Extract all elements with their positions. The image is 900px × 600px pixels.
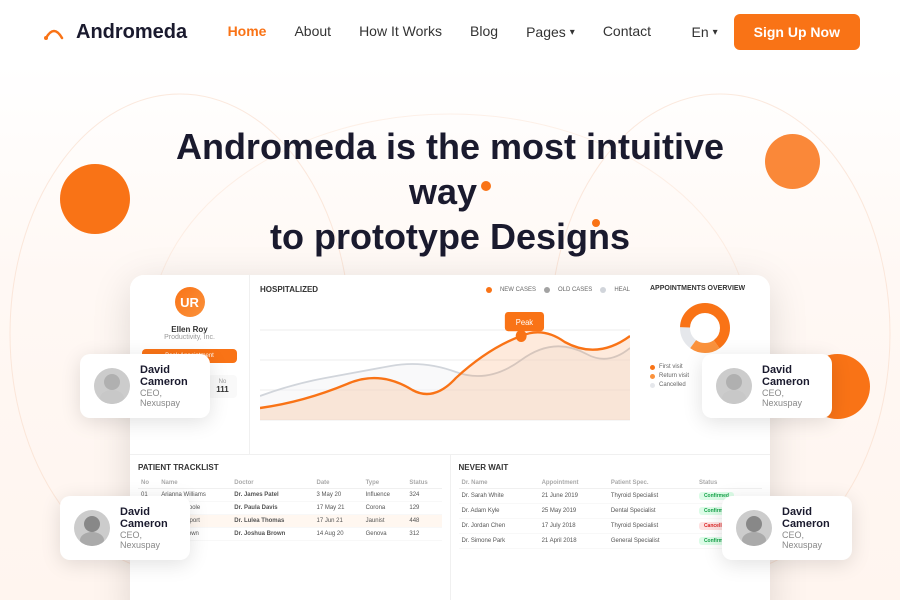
float-card-left-top: David Cameron CEO, Nexuspay [80,354,210,418]
col-date: Date [314,478,363,489]
col-name: Name [158,478,231,489]
legend-dot-old [544,287,550,293]
col-appointment: Appointment [539,478,608,489]
nav-link-howitworks[interactable]: How It Works [359,23,442,39]
float-card-right-bottom: David Cameron CEO, Nexuspay [722,496,852,560]
legend-dot-heal [600,287,606,293]
svg-text:Peak: Peak [516,318,534,327]
dashboard-top-row: UR Ellen Roy Productivity, Inc. Book App… [130,275,770,455]
float-card-right-top: David Cameron CEO, Nexuspay [702,354,832,418]
hero-section: Andromeda is the most intuitive way to p… [0,64,900,600]
donut-dot-2 [650,383,655,388]
table-row: Dr. Adam Kyle 25 May 2019 Dental Special… [459,504,763,519]
col-appt-status: Status [696,478,762,489]
avatar-left-bottom [74,510,110,546]
nav-right: En ▾ Sign Up Now [692,14,860,50]
table-row: Dr. Sarah White 21 June 2019 Thyroid Spe… [459,489,763,504]
dashboard-logo: UR [175,287,205,317]
float-card-info-right-bottom: David Cameron CEO, Nexuspay [782,506,838,550]
appointments-table: Dr. Name Appointment Patient Spec. Statu… [459,478,763,549]
chevron-down-icon: ▾ [713,27,718,38]
col-no: No [138,478,158,489]
nav-item-home[interactable]: Home [228,23,267,41]
nav-item-howitworks[interactable]: How It Works [359,23,442,41]
legend-dot-new [486,287,492,293]
orange-dot-decoration [481,181,491,191]
dashboard-user-info: Ellen Roy Productivity, Inc. [142,325,237,341]
table-row: Dr. Simone Park 21 April 2018 General Sp… [459,534,763,549]
nav-item-contact[interactable]: Contact [603,23,651,41]
col-spec: Patient Spec. [608,478,696,489]
nav-link-home[interactable]: Home [228,23,267,39]
col-type: Type [363,478,407,489]
nav-link-about[interactable]: About [294,23,331,39]
avatar-right-bottom [736,510,772,546]
dashboard-chart-area: HOSPITALIZED NEW CASES OLD CASES HEAL [250,275,640,454]
donut-chart [675,298,735,358]
signup-button[interactable]: Sign Up Now [734,14,860,50]
table-row: Dr. Jordan Chen 17 July 2018 Thyroid Spe… [459,519,763,534]
donut-dot-1 [650,374,655,379]
float-card-info-left-bottom: David Cameron CEO, Nexuspay [120,506,176,550]
float-card-left-bottom: David Cameron CEO, Nexuspay [60,496,190,560]
chart-legend: NEW CASES OLD CASES HEAL [486,287,630,293]
language-selector[interactable]: En ▾ [692,24,718,40]
avatar-right-top [716,368,752,404]
stat-no: No 111 [208,375,237,398]
decoration-circle-orange-left [60,164,130,234]
nav-item-pages[interactable]: Pages ▾ [526,24,575,40]
donut-dot-0 [650,365,655,370]
float-card-info-left-top: David Cameron CEO, Nexuspay [140,364,196,408]
chart-header: HOSPITALIZED NEW CASES OLD CASES HEAL [260,285,630,294]
avatar-left-top [94,368,130,404]
nav-link-contact[interactable]: Contact [603,23,651,39]
brand-logo[interactable]: Andromeda [40,18,187,46]
nav-item-about[interactable]: About [294,23,331,41]
hero-title: Andromeda is the most intuitive way to p… [140,124,760,259]
col-dr-name: Dr. Name [459,478,539,489]
navbar: Andromeda Home About How It Works Blog P… [0,0,900,64]
nav-link-pages[interactable]: Pages ▾ [526,24,575,40]
col-doctor: Doctor [231,478,313,489]
nav-item-blog[interactable]: Blog [470,23,498,41]
brand-logo-icon [40,18,68,46]
float-card-info-right-top: David Cameron CEO, Nexuspay [762,364,818,408]
brand-name: Andromeda [76,21,187,44]
dashboard-preview: UR Ellen Roy Productivity, Inc. Book App… [130,275,770,600]
chevron-down-icon: ▾ [570,27,575,38]
col-status: Status [406,478,441,489]
dashboard-table-area: PATIENT TRACKLIST No Name Doctor Date Ty… [130,455,770,600]
nav-link-blog[interactable]: Blog [470,23,498,39]
nav-links: Home About How It Works Blog Pages ▾ Con… [228,23,652,41]
hospitalized-chart: Peak [260,300,630,444]
decoration-circle-orange-right-top [765,134,820,189]
